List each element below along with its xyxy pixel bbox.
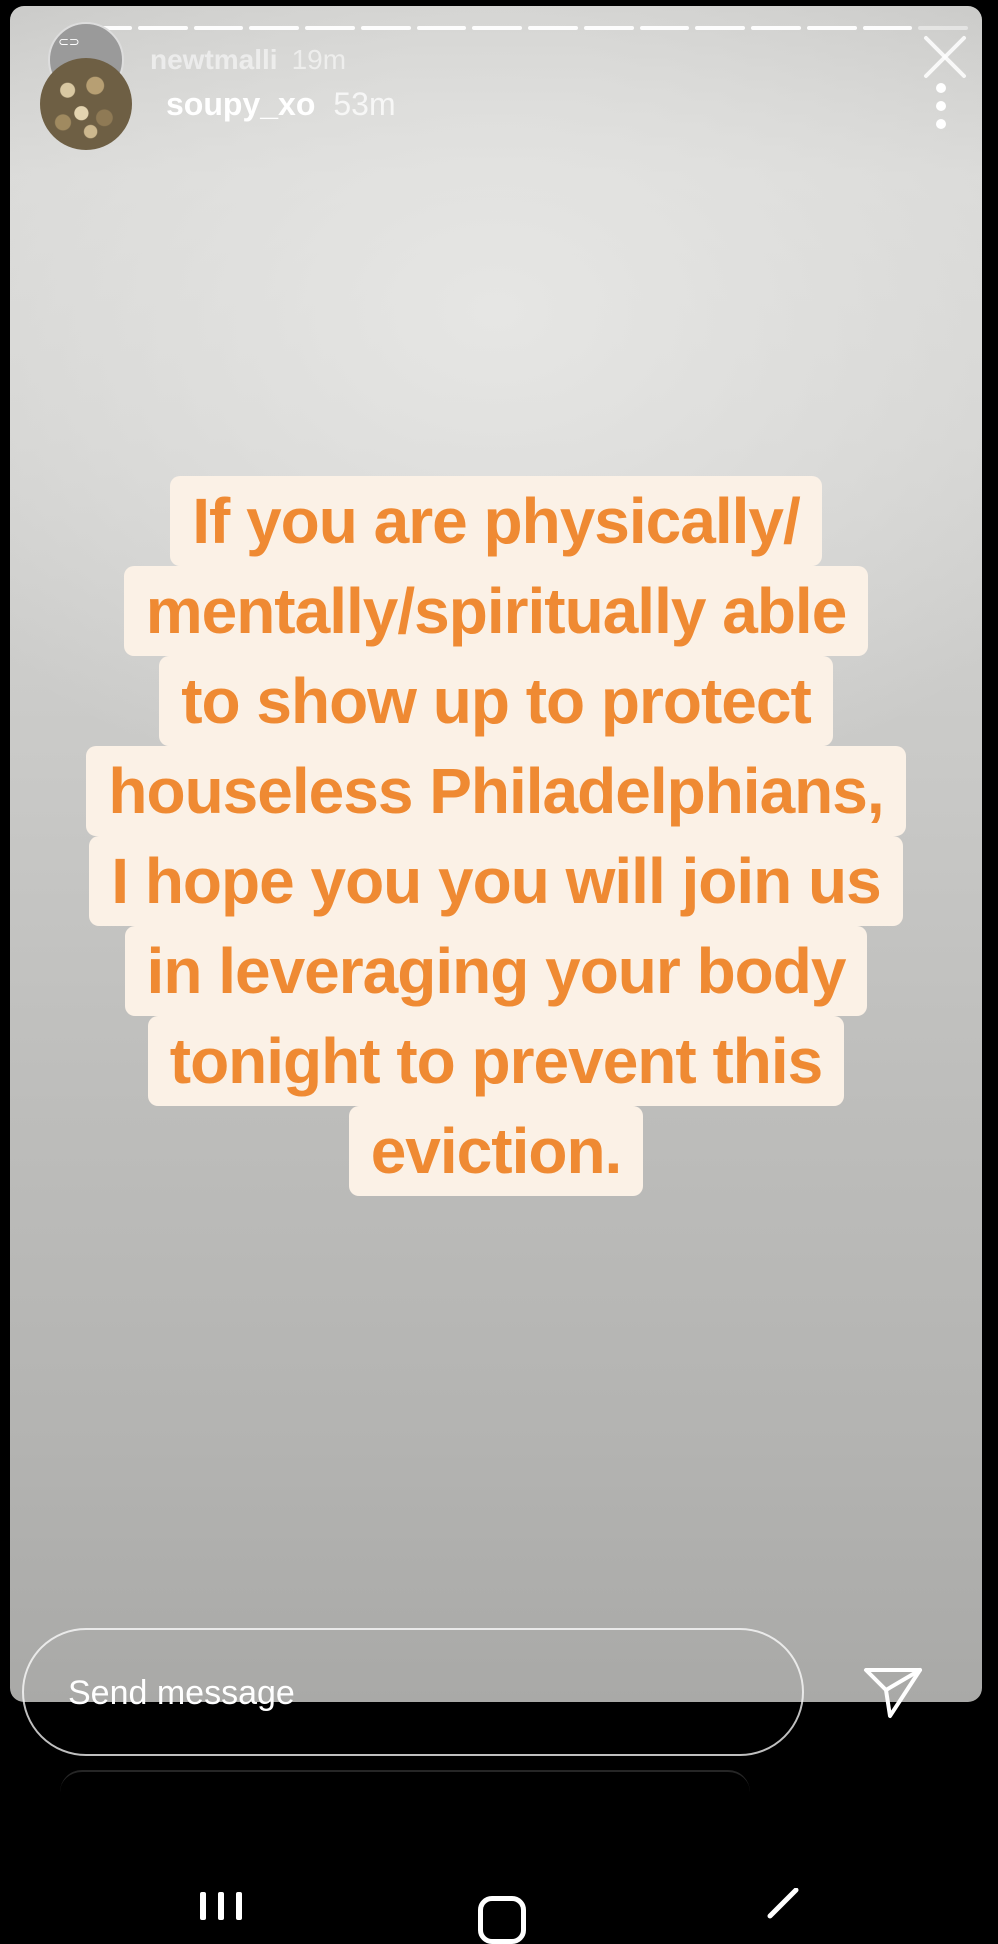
story-user-header[interactable]: soupy_xo 53m <box>166 86 396 123</box>
send-message-placeholder: Send message <box>68 1674 295 1712</box>
quote-line: I hope you you will join us <box>89 836 903 926</box>
progress-segment <box>639 26 690 30</box>
progress-segment <box>137 26 188 30</box>
story-time: 53m <box>333 86 396 122</box>
progress-segment <box>360 26 411 30</box>
story-text-sticker: If you are physically/ mentally/spiritua… <box>10 476 982 1196</box>
progress-segment <box>583 26 634 30</box>
progress-segment <box>472 26 522 30</box>
back-icon[interactable] <box>762 1888 802 1920</box>
quote-line: If you are physically/ <box>170 476 822 566</box>
progress-segment <box>193 26 244 30</box>
close-icon[interactable] <box>920 32 970 82</box>
story-progress-bar <box>82 26 968 30</box>
home-icon[interactable] <box>478 1896 526 1944</box>
quote-line: in leveraging your body <box>124 926 868 1016</box>
previous-time: 19m <box>291 44 347 75</box>
story-viewer[interactable]: ⊂⊃ newtmalli 19m soupy_xo 53m If you are p… <box>10 6 982 1702</box>
send-message-input[interactable]: Send message <box>22 1628 804 1756</box>
quote-line: tonight to prevent this <box>147 1016 845 1106</box>
username[interactable]: soupy_xo <box>166 86 315 122</box>
secondary-input-outline <box>60 1770 750 1792</box>
more-options-icon[interactable] <box>926 80 956 132</box>
progress-segment <box>695 26 745 30</box>
quote-line: to show up to protect <box>159 656 833 746</box>
recents-icon[interactable] <box>200 1892 254 1925</box>
progress-segment <box>305 26 355 30</box>
previous-username: newtmalli <box>150 44 278 75</box>
progress-segment <box>806 26 857 30</box>
quote-line: mentally/spiritually able <box>123 566 869 656</box>
progress-segment <box>862 26 913 30</box>
progress-segment <box>416 26 467 30</box>
progress-segment <box>918 26 968 30</box>
progress-segment <box>751 26 801 30</box>
quote-line: houseless Philadelphians, <box>86 746 906 836</box>
previous-user-header: newtmalli 19m <box>150 44 346 76</box>
send-icon[interactable] <box>862 1664 924 1720</box>
quote-line: eviction. <box>348 1106 644 1196</box>
avatar[interactable] <box>40 58 132 150</box>
progress-segment <box>528 26 578 30</box>
link-icon: ⊂⊃ <box>58 34 80 49</box>
progress-segment <box>249 26 299 30</box>
